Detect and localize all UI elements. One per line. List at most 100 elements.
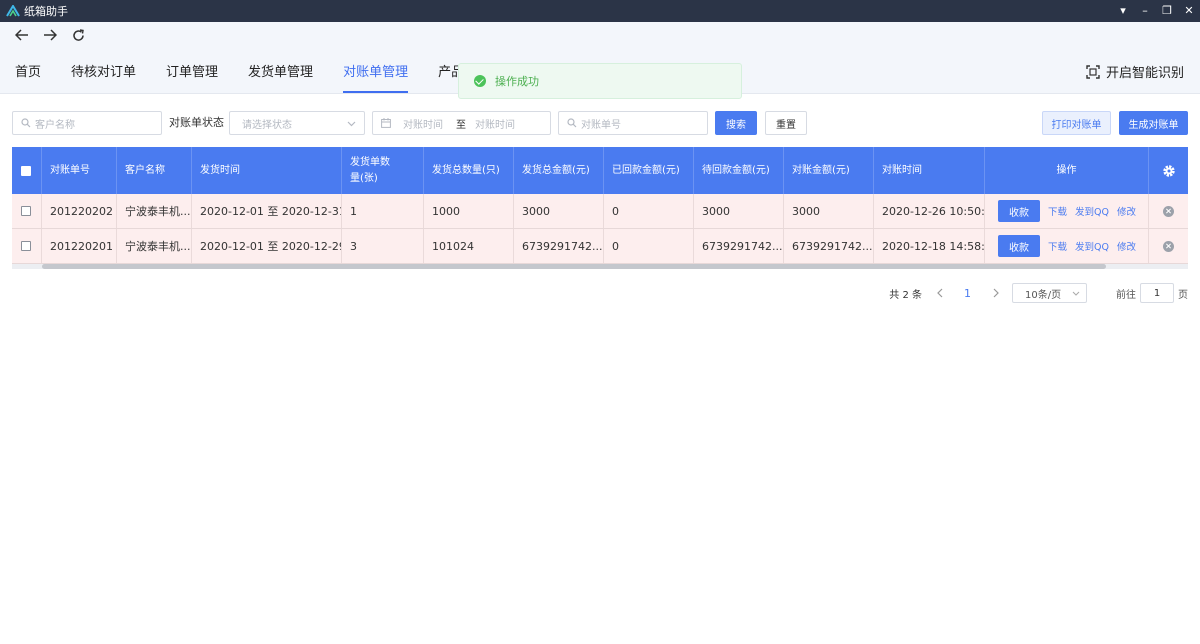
page-size-value: 10条/页 [1025,289,1062,301]
header-amount: 对账金额(元) [784,147,874,194]
status-select[interactable]: 请选择状态 [229,111,365,135]
gear-icon [1162,164,1175,177]
back-button[interactable] [8,24,36,46]
send-qq-link[interactable]: 发到QQ [1075,239,1109,253]
smart-recognition-button[interactable]: 开启智能识别 [1086,62,1184,81]
menu-item-reconciliation[interactable]: 对账单管理 [328,48,423,93]
cell-pending: 3000 [694,194,784,228]
minimize-icon[interactable]: – [1134,0,1156,22]
calendar-icon [381,118,391,128]
header-received: 已回款金额(元) [604,147,694,194]
search-button[interactable]: 搜索 [715,111,757,135]
cell-remove [1149,194,1188,228]
cell-number: 201220201 [42,229,117,263]
page-number-current[interactable]: 1 [964,287,971,300]
goto-page-value: 1 [1153,287,1161,299]
collect-button[interactable]: 收款 [998,200,1040,222]
header-ship-count: 发货单数 量(张) [342,147,424,194]
collect-button[interactable]: 收款 [998,235,1040,257]
success-icon [474,75,486,87]
chevron-left-icon[interactable] [936,288,944,298]
goto-page-input[interactable]: 1 [1140,283,1174,303]
cell-received: 0 [604,194,694,228]
header-actions: 操作 [985,147,1149,194]
cell-customer: 宁波泰丰机... [117,229,192,263]
edit-link[interactable]: 修改 [1117,239,1136,253]
date-separator: 至 [456,119,466,131]
cell-ship-count: 1 [342,194,424,228]
row-checkbox[interactable] [21,206,31,216]
cell-ship-time: 2020-12-01 至 2020-12-29 [192,229,342,263]
horizontal-scrollbar[interactable] [12,264,1188,269]
menu-item-order-management[interactable]: 订单管理 [151,48,233,93]
menu-item-shipping-management[interactable]: 发货单管理 [233,48,328,93]
cell-amount: 3000 [784,194,874,228]
menu-dropdown-icon[interactable]: ▾ [1112,0,1134,22]
cell-recon-time: 2020-12-18 14:58:46 [874,229,985,263]
app-title: 纸箱助手 [24,5,68,18]
download-link[interactable]: 下载 [1048,204,1067,218]
menu-item-home[interactable]: 首页 [0,48,56,93]
table-header: 对账单号 客户名称 发货时间 发货单数 量(张) 发货总数量(只) 发货总金额(… [12,147,1188,194]
reconciliation-number-placeholder: 对账单号 [581,119,621,131]
header-ship-count-line1: 发货单数 [350,156,390,168]
row-select-cell [12,194,42,228]
table-row[interactable]: 201220202 宁波泰丰机... 2020-12-01 至 2020-12-… [12,194,1188,229]
chevron-down-icon [347,121,356,127]
cell-remove [1149,229,1188,263]
cell-actions: 收款 下载 发到QQ 修改 [985,229,1149,263]
customer-name-input[interactable]: 客户名称 [12,111,162,135]
chevron-right-icon[interactable] [992,288,1000,298]
print-reconciliation-button[interactable]: 打印对账单 [1042,111,1111,135]
cell-ship-time: 2020-12-01 至 2020-12-31 [192,194,342,228]
app-logo-icon [6,5,20,17]
restore-icon[interactable]: ❐ [1156,0,1178,22]
select-all-checkbox[interactable] [21,165,31,176]
remove-icon[interactable] [1163,240,1174,252]
table-row[interactable]: 201220201 宁波泰丰机... 2020-12-01 至 2020-12-… [12,229,1188,264]
window-titlebar: 纸箱助手 ▾ – ❐ ✕ [0,0,1200,22]
success-toast: 操作成功 [458,63,742,99]
header-total-qty: 发货总数量(只) [424,147,514,194]
status-label: 对账单状态 [169,116,224,129]
generate-reconciliation-button[interactable]: 生成对账单 [1119,111,1188,135]
cell-total-qty: 1000 [424,194,514,228]
refresh-button[interactable] [64,24,92,46]
reconciliation-number-input[interactable]: 对账单号 [558,111,708,135]
cell-actions: 收款 下载 发到QQ 修改 [985,194,1149,228]
row-checkbox[interactable] [21,241,31,251]
header-customer: 客户名称 [117,147,192,194]
forward-button[interactable] [36,24,64,46]
page-size-select[interactable]: 10条/页 [1012,283,1087,303]
search-icon [567,118,577,128]
page-unit-label: 页 [1178,289,1188,301]
header-ship-time: 发货时间 [192,147,342,194]
cell-ship-count: 3 [342,229,424,263]
cell-pending: 6739291742.... [694,229,784,263]
status-placeholder: 请选择状态 [242,119,292,131]
header-total-amount: 发货总金额(元) [514,147,604,194]
toast-message: 操作成功 [495,75,539,88]
cell-total-amount: 3000 [514,194,604,228]
date-end-placeholder: 对账时间 [475,119,515,131]
edit-link[interactable]: 修改 [1117,204,1136,218]
header-pending: 待回款金额(元) [694,147,784,194]
customer-name-placeholder: 客户名称 [35,119,75,131]
send-qq-link[interactable]: 发到QQ [1075,204,1109,218]
search-icon [21,118,31,128]
reset-button[interactable]: 重置 [765,111,807,135]
back-icon [15,29,28,41]
smart-recognition-label: 开启智能识别 [1105,66,1184,81]
reconciliation-table: 对账单号 客户名称 发货时间 发货单数 量(张) 发货总数量(只) 发货总金额(… [12,147,1188,269]
refresh-icon [72,28,84,41]
chevron-down-icon [1072,291,1080,296]
scrollbar-thumb[interactable] [42,264,1106,269]
cell-recon-time: 2020-12-26 10:50:59 [874,194,985,228]
download-link[interactable]: 下载 [1048,239,1067,253]
close-icon[interactable]: ✕ [1178,0,1200,22]
column-settings[interactable] [1149,147,1188,194]
menu-item-pending-orders[interactable]: 待核对订单 [56,48,151,93]
date-range-picker[interactable]: 对账时间 至 对账时间 [372,111,551,135]
select-all-cell [12,147,42,194]
remove-icon[interactable] [1163,205,1174,217]
